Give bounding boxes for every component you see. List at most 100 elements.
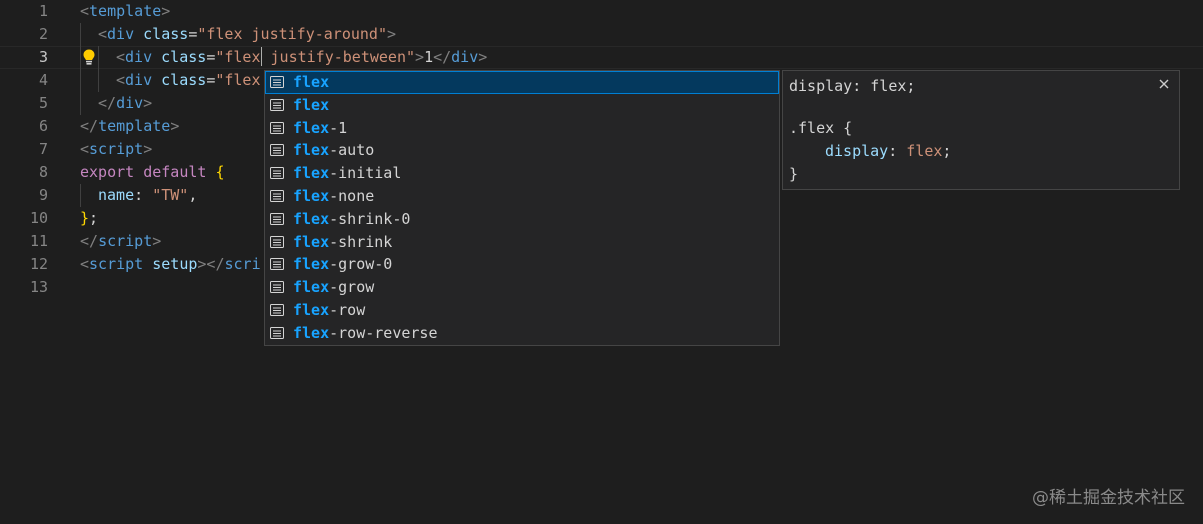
css-selector: .flex bbox=[789, 119, 835, 137]
token: </ bbox=[98, 94, 117, 112]
line-number: 10 bbox=[29, 209, 48, 227]
suggestion-list[interactable]: flex flex flex-1 flex-auto flex-initial flex-… bbox=[264, 70, 780, 346]
text-lines-icon bbox=[270, 235, 284, 248]
suggestion-item[interactable]: flex bbox=[265, 71, 779, 94]
token: < bbox=[80, 255, 90, 273]
suggestion-match: flex bbox=[293, 209, 330, 228]
code-line-4: <div class="flex bbox=[116, 69, 261, 92]
token: = bbox=[206, 48, 216, 66]
token: > bbox=[387, 25, 397, 43]
token: </ bbox=[80, 232, 99, 250]
code-line-8: export default { bbox=[80, 161, 225, 184]
css-property: display bbox=[825, 142, 889, 160]
token: < bbox=[116, 48, 126, 66]
suggestion-label: flex-grow-0 bbox=[293, 253, 392, 276]
code-line-9: name: "TW", bbox=[98, 184, 197, 207]
token: > bbox=[152, 232, 162, 250]
suggestion-match: flex bbox=[293, 232, 330, 251]
token: > bbox=[170, 117, 180, 135]
token: script bbox=[98, 232, 153, 250]
text-lines-icon bbox=[270, 167, 284, 180]
suggestion-item[interactable]: flex-auto bbox=[265, 139, 779, 162]
suggestion-item[interactable]: flex-initial bbox=[265, 162, 779, 185]
token: < bbox=[116, 71, 126, 89]
suggestion-label: flex-shrink-0 bbox=[293, 208, 410, 231]
code-line-6: </template> bbox=[80, 115, 179, 138]
token: = bbox=[206, 71, 216, 89]
details-rule-open: .flex { bbox=[789, 117, 852, 140]
suggestion-item[interactable]: flex-1 bbox=[265, 117, 779, 140]
suggestion-rest: -auto bbox=[329, 141, 375, 160]
text-lines-icon bbox=[270, 304, 284, 316]
token: 1 bbox=[424, 48, 434, 66]
suggestion-rest: -grow-0 bbox=[329, 255, 393, 274]
code-editor[interactable]: 1 2 3 4 5 6 7 8 9 10 11 12 13 <template>… bbox=[0, 0, 1203, 524]
lightbulb-icon[interactable] bbox=[81, 48, 97, 67]
token: div bbox=[451, 48, 479, 66]
suggestion-item[interactable]: flex-none bbox=[265, 185, 779, 208]
suggestion-match: flex bbox=[293, 255, 330, 274]
suggestion-item[interactable]: flex-grow-0 bbox=[265, 253, 779, 276]
token: < bbox=[98, 25, 108, 43]
token: } bbox=[80, 209, 90, 227]
line-number: 5 bbox=[38, 94, 48, 112]
suggestion-item[interactable]: flex-shrink bbox=[265, 231, 779, 254]
indent-guide bbox=[98, 46, 99, 92]
text-lines-icon bbox=[270, 326, 284, 339]
suggestion-item[interactable]: flex-grow bbox=[265, 276, 779, 299]
code-line-5: </div> bbox=[98, 92, 152, 115]
token: scri bbox=[224, 255, 261, 273]
suggestion-rest: -none bbox=[329, 187, 375, 205]
token: setup bbox=[152, 255, 198, 273]
token: = bbox=[188, 25, 198, 43]
suggestion-rest: -row bbox=[329, 301, 366, 319]
code-line-12: <script setup></scri bbox=[80, 253, 261, 276]
token: div bbox=[125, 48, 153, 66]
text-lines-icon bbox=[270, 190, 284, 202]
token: , bbox=[188, 186, 198, 204]
details-summary: display: flex; bbox=[789, 77, 916, 95]
token: export bbox=[80, 163, 135, 181]
css-value: flex bbox=[906, 142, 943, 160]
suggestion-label: flex-row-reverse bbox=[293, 322, 438, 345]
suggestion-match: flex bbox=[293, 73, 330, 91]
suggestion-label: flex-none bbox=[293, 185, 374, 208]
suggestion-label: flex bbox=[293, 94, 329, 117]
text-lines-icon bbox=[270, 281, 284, 294]
suggestion-rest: -shrink-0 bbox=[329, 209, 411, 228]
suggestion-item[interactable]: flex-row-reverse bbox=[265, 322, 779, 345]
line-number-active: 3 bbox=[38, 48, 48, 66]
token: class bbox=[161, 71, 207, 89]
token: > bbox=[161, 2, 171, 20]
token: div bbox=[107, 25, 135, 43]
suggestion-item[interactable]: flex-shrink-0 bbox=[265, 208, 779, 231]
suggestion-item[interactable]: flex bbox=[265, 94, 779, 117]
token: template bbox=[98, 117, 171, 135]
token: > bbox=[143, 140, 153, 158]
line-number: 6 bbox=[38, 117, 48, 135]
suggestion-item[interactable]: flex-row bbox=[265, 299, 779, 322]
token: : bbox=[134, 186, 153, 204]
text-lines-icon bbox=[270, 121, 284, 134]
indent-guide bbox=[80, 184, 81, 207]
token: > bbox=[143, 94, 153, 112]
token: "flex bbox=[215, 71, 261, 89]
line-number: 12 bbox=[29, 255, 48, 273]
suggestion-match: flex bbox=[293, 278, 330, 297]
suggestion-rest: -initial bbox=[329, 164, 402, 183]
suggestion-match: flex bbox=[293, 323, 330, 342]
token: < bbox=[80, 140, 90, 158]
close-icon[interactable] bbox=[1157, 77, 1171, 91]
watermark: @稀土掘金技术社区 bbox=[1032, 488, 1185, 508]
code-line-2: <div class="flex justify-around"> bbox=[98, 23, 396, 46]
css-brace: { bbox=[834, 119, 853, 137]
line-number: 8 bbox=[38, 163, 48, 181]
line-number: 4 bbox=[38, 71, 48, 89]
details-declaration: display: flex; bbox=[825, 140, 951, 163]
text-lines-icon bbox=[270, 76, 284, 88]
suggestion-label: flex-shrink bbox=[293, 231, 392, 254]
token: div bbox=[125, 71, 153, 89]
suggestion-match: flex bbox=[293, 95, 330, 114]
token: div bbox=[116, 94, 144, 112]
suggestion-rest: -shrink bbox=[329, 232, 393, 251]
